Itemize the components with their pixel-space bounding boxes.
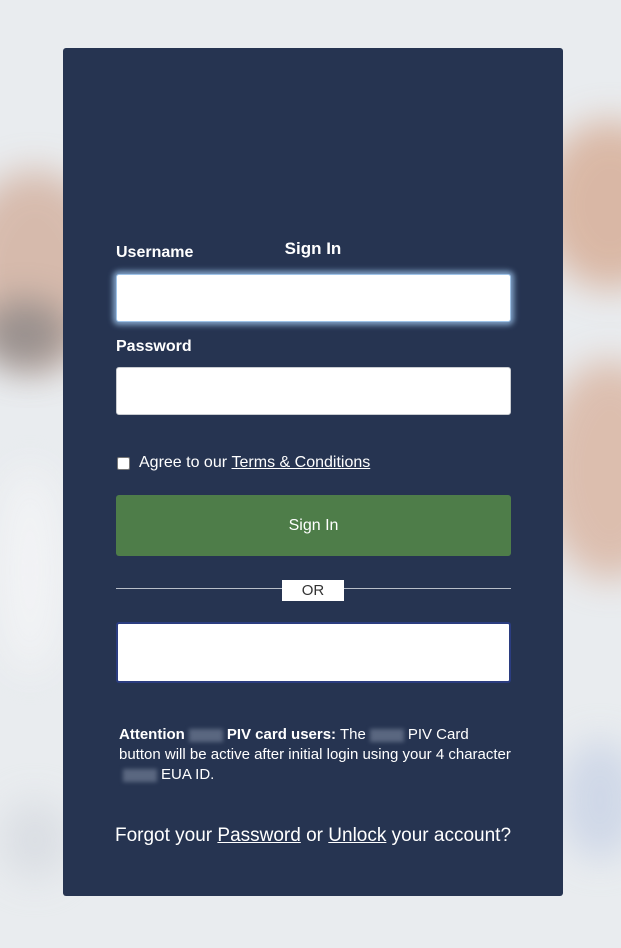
attention-heading: Attention: [119, 726, 185, 743]
forgot-password-link[interactable]: Password: [217, 825, 300, 846]
sign-in-button[interactable]: Sign In: [116, 495, 511, 556]
redacted-text: [123, 768, 157, 782]
username-field[interactable]: [116, 274, 511, 322]
or-label: OR: [282, 580, 344, 601]
redacted-text: [369, 728, 404, 742]
forgot-prefix: Forgot your: [114, 825, 213, 846]
terms-conditions-link[interactable]: Terms & Conditions: [232, 454, 371, 472]
agree-terms-checkbox[interactable]: [117, 456, 130, 470]
piv-users-label: PIV card users:: [226, 726, 337, 743]
attention-text-1: The: [339, 726, 366, 743]
agree-label: Agree to our: [139, 454, 228, 471]
login-card: Sign In Username Password Agree to our T…: [63, 48, 563, 896]
attention-text-3: EUA ID.: [161, 766, 215, 783]
forgot-or: or: [306, 825, 324, 846]
attention-note: Attention PIV card users: The PIV Card but…: [119, 725, 514, 785]
forgot-account-row: Forgot your Password or Unlock your acco…: [63, 825, 563, 847]
piv-card-button[interactable]: [116, 622, 511, 683]
password-field[interactable]: [116, 367, 511, 415]
forgot-suffix: your account?: [391, 825, 512, 846]
password-label: Password: [116, 338, 192, 355]
username-label: Username: [116, 244, 194, 261]
unlock-account-link[interactable]: Unlock: [328, 825, 386, 846]
redacted-text: [188, 728, 223, 742]
agree-terms-row: Agree to our Terms & Conditions: [116, 454, 370, 472]
